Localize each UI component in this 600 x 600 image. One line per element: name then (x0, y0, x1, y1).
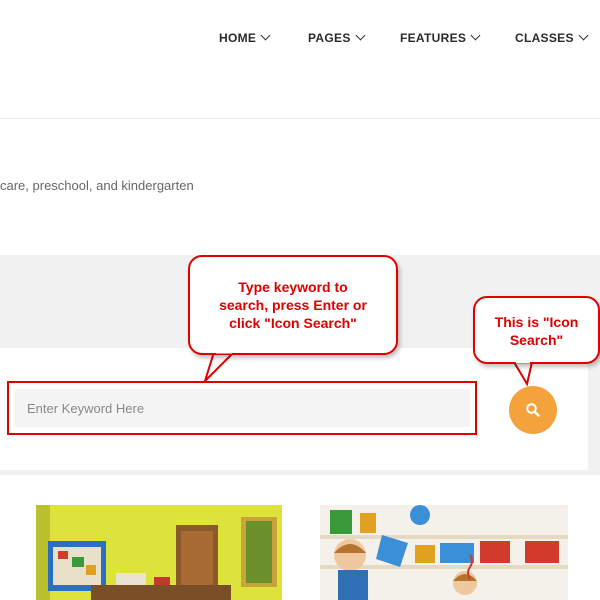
classroom-illustration (36, 505, 282, 600)
classroom-photo[interactable] (36, 505, 282, 600)
classroom-photo[interactable] (320, 505, 568, 600)
children-playing-illustration (320, 505, 568, 600)
